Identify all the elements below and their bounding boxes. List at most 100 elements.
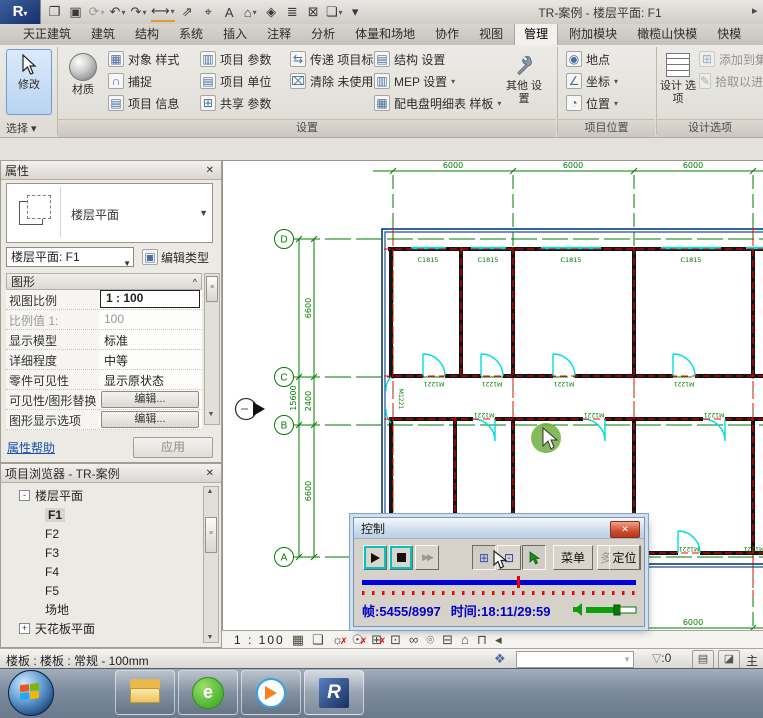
design-options-panel-label[interactable]: 设计选项 [657,119,763,137]
measure-icon[interactable]: ⟷▾ [151,2,175,22]
redo-icon[interactable]: ↷▾ [130,3,147,21]
menu-button[interactable]: 菜单 [553,545,593,570]
ribbon-button-MEP设置[interactable]: ▥MEP 设置▾ [374,71,501,91]
tree-item-F2[interactable]: F2 [5,524,203,543]
switch-windows-icon[interactable]: ❏▾ [326,3,343,21]
crop-region-icon[interactable]: ⊞✗ [371,632,382,647]
ribbon-button-项目单位[interactable]: ▤项目 单位 [200,71,271,91]
ribbon-button-位置[interactable]: ◔位置▾ [566,93,618,113]
properties-scrollbar[interactable]: ≡ ▼ [204,273,220,425]
elevation-marker[interactable] [236,399,266,420]
ribbon-button-项目参数[interactable]: ▥项目 参数 [200,49,271,69]
sun-path-icon[interactable]: ☼✗ [332,632,344,647]
show-crop-icon[interactable]: ⊡ [390,632,401,647]
ribbon-button-项目信息[interactable]: ▤项目 信息 [108,93,179,113]
tree-item-天花板平面[interactable]: +天花板平面 [5,619,203,638]
application-menu-button[interactable]: R▾ [0,0,41,24]
tree-item-场地[interactable]: 场地 [5,600,203,619]
fast-forward-button[interactable]: ▶▶ [415,545,439,570]
property-value[interactable]: 标准 [99,330,202,349]
property-value[interactable]: 显示原状态 [99,370,202,389]
collapse-icon[interactable]: ^ [193,277,197,287]
volume-slider[interactable] [572,603,638,616]
location-panel-label[interactable]: 项目位置 [558,119,655,137]
detail-level-icon[interactable]: ▦ [292,632,304,647]
property-value[interactable]: 编辑... [99,390,202,409]
chevron-down-icon[interactable]: ▼ [199,208,208,218]
add-to-set-button[interactable]: ⊞ 添加到集 [699,49,763,69]
tree-item-F4[interactable]: F4 [5,562,203,581]
walls[interactable] [388,247,763,555]
control-dialog[interactable]: 控制 ✕ ▶▶ ⊞ ⊡ 菜单 多节 定位 帧:5455/8997 时间:18:1… [353,517,645,627]
edit-type-button[interactable]: ▣ 编辑类型 [142,247,209,267]
follow-cursor-toggle[interactable] [522,545,546,570]
titlebar-overflow-icon[interactable]: ▸ [752,4,758,17]
sync-icon[interactable]: ⟳▾ [88,3,105,21]
ribbon-button-配电盘明细表样板[interactable]: ▦配电盘明细表 样板▾ [374,93,501,113]
worksharing-display-icon[interactable]: ⊟ [442,632,453,647]
modify-button[interactable]: 修改 [6,49,52,115]
scroll-up-icon[interactable]: ▲ [205,488,215,495]
scrollbar-thumb[interactable]: ≡ [205,517,217,553]
taskbar-explorer-button[interactable] [115,670,175,715]
property-value[interactable]: 1 : 100 [99,290,202,309]
tree-item-F1[interactable]: F1 [5,505,203,524]
view-scale-input[interactable]: 1 : 100 [100,290,200,308]
pick-to-edit-button[interactable]: ✎ 拾取以进行编辑 [699,71,763,91]
ribbon-button-地点[interactable]: ◉地点 [566,49,618,69]
spot-elevation-icon[interactable]: ⌖ [200,3,217,21]
project-browser-header[interactable]: 项目浏览器 - TR-案例 ✕ [1,464,221,483]
tab-建筑[interactable]: 建筑 [82,24,124,45]
locate-button[interactable]: 定位 [609,545,640,570]
analytical-model-icon[interactable]: ⌂ [461,632,469,647]
tree-item-F3[interactable]: F3 [5,543,203,562]
settings-panel-label[interactable]: 设置 [58,119,556,137]
expand-icon[interactable]: + [19,623,30,634]
default-3d-view-icon[interactable]: ⌂▾ [242,3,259,21]
property-value[interactable]: 中等 [99,350,202,369]
editable-only-toggle[interactable]: ▤ [692,650,714,669]
ribbon-button-清除未使用项[interactable]: ⌧清除 未使用项 [290,71,385,91]
tab-橄榄山快模[interactable]: 橄榄山快模 [628,24,706,45]
tab-结构[interactable]: 结构 [126,24,168,45]
play-button[interactable] [363,545,387,570]
temporary-hide-icon[interactable]: ⌾ [426,632,434,647]
additional-settings-button[interactable]: 其他 设置 [504,49,544,115]
close-icon[interactable]: ✕ [203,165,217,176]
apply-button[interactable]: 应用 [133,437,213,458]
ribbon-button-捕捉[interactable]: ∩捕捉 [108,71,179,91]
browser-scrollbar[interactable]: ▲ ≡ ▼ [203,486,219,643]
design-options-button[interactable]: 设计 选项 [659,49,697,115]
section-icon[interactable]: ◈ [263,3,280,21]
close-icon[interactable]: ✕ [203,468,217,479]
scroll-down-icon[interactable]: ▼ [206,411,216,423]
ribbon-button-传递项目标准[interactable]: ⇆传递 项目标准 [290,49,385,69]
customize-qat-icon[interactable]: ▾ [347,3,364,21]
expand-icon[interactable]: ◂ [495,632,502,647]
materials-button[interactable]: 材质 [62,49,104,115]
scroll-down-icon[interactable]: ▼ [205,634,215,641]
reveal-hidden-icon[interactable]: ∞ [409,632,418,647]
tab-系统[interactable]: 系统 [170,24,212,45]
tab-快模[interactable]: 快模 [708,24,750,45]
text-icon[interactable]: A [221,3,238,21]
ribbon-button-共享参数[interactable]: ⊞共享 参数 [200,93,271,113]
reveal-constraints-icon[interactable]: ⊓ [477,632,487,647]
taskbar-revit-button[interactable]: R [304,670,364,715]
thin-lines-icon[interactable]: ≣ [284,3,301,21]
graphics-section-header[interactable]: 图形 ^ [6,273,202,290]
taskbar-video-button[interactable] [241,670,301,715]
visual-style-icon[interactable]: ❑ [312,632,324,647]
edit-button[interactable]: 编辑... [101,391,199,408]
type-selector[interactable]: 楼层平面 ▼ [6,183,213,243]
instance-combo[interactable]: 楼层平面: F1 ▼ [6,247,134,267]
stop-button[interactable] [389,545,413,570]
save-icon[interactable]: ▣ [67,3,84,21]
properties-header[interactable]: 属性 ✕ [1,161,221,180]
aligned-dimension-icon[interactable]: ⇗ [179,3,196,21]
tab-分析[interactable]: 分析 [302,24,344,45]
taskbar-browser-button[interactable]: e [178,670,238,715]
select-by-face-toggle[interactable]: ◪ [718,650,740,669]
tab-注释[interactable]: 注释 [258,24,300,45]
property-value[interactable]: 编辑... [99,410,202,429]
